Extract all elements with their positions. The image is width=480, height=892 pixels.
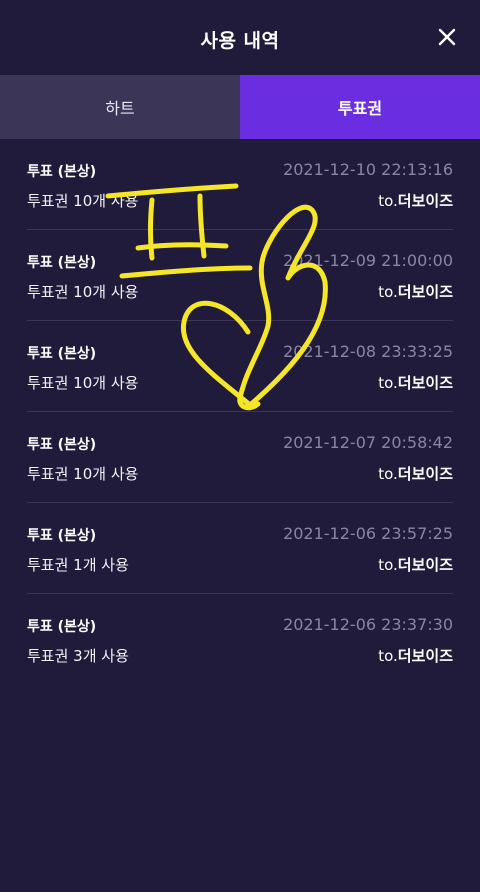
item-recipient: to.더보이즈 [378, 554, 453, 575]
item-type: 투표 (본상) [27, 619, 97, 635]
item-description: 투표권 10개 사용 [27, 374, 139, 392]
tab-heart[interactable]: 하트 [0, 75, 240, 139]
recipient-name: 더보이즈 [397, 374, 453, 392]
item-date: 2021-12-09 21:00:00 [283, 251, 453, 270]
item-description: 투표권 1개 사용 [27, 556, 129, 574]
recipient-prefix: to. [378, 192, 398, 210]
item-description: 투표권 3개 사용 [27, 647, 129, 665]
item-type: 투표 (본상) [27, 528, 97, 544]
item-date: 2021-12-08 23:33:25 [283, 342, 453, 361]
recipient-name: 더보이즈 [397, 192, 453, 210]
close-button[interactable] [434, 24, 460, 50]
item-recipient: to.더보이즈 [378, 463, 453, 484]
item-description: 투표권 10개 사용 [27, 283, 139, 301]
item-type: 투표 (본상) [27, 255, 97, 271]
item-date: 2021-12-06 23:57:25 [283, 524, 453, 543]
page-title: 사용 내역 [200, 30, 280, 52]
list-item: 투표 (본상) 2021-12-06 23:57:25 투표권 1개 사용 to… [27, 503, 453, 594]
recipient-prefix: to. [378, 283, 398, 301]
recipient-prefix: to. [378, 465, 398, 483]
list-item: 투표 (본상) 2021-12-07 20:58:42 투표권 10개 사용 t… [27, 412, 453, 503]
item-date: 2021-12-07 20:58:42 [283, 433, 453, 452]
item-description: 투표권 10개 사용 [27, 192, 139, 210]
tab-vote-ticket[interactable]: 투표권 [240, 75, 480, 139]
recipient-name: 더보이즈 [397, 556, 453, 574]
recipient-prefix: to. [378, 556, 398, 574]
list-item: 투표 (본상) 2021-12-10 22:13:16 투표권 10개 사용 t… [27, 139, 453, 230]
recipient-name: 더보이즈 [397, 283, 453, 301]
app-header: 사용 내역 [0, 0, 480, 75]
item-recipient: to.더보이즈 [378, 372, 453, 393]
close-icon[interactable] [434, 24, 460, 50]
item-recipient: to.더보이즈 [378, 190, 453, 211]
recipient-prefix: to. [378, 374, 398, 392]
recipient-name: 더보이즈 [397, 647, 453, 665]
item-type: 투표 (본상) [27, 437, 97, 453]
item-type: 투표 (본상) [27, 164, 97, 180]
item-description: 투표권 10개 사용 [27, 465, 139, 483]
recipient-name: 더보이즈 [397, 465, 453, 483]
recipient-prefix: to. [378, 647, 398, 665]
history-list: 투표 (본상) 2021-12-10 22:13:16 투표권 10개 사용 t… [27, 139, 453, 685]
item-recipient: to.더보이즈 [378, 645, 453, 666]
list-item: 투표 (본상) 2021-12-08 23:33:25 투표권 10개 사용 t… [27, 321, 453, 412]
item-recipient: to.더보이즈 [378, 281, 453, 302]
list-item: 투표 (본상) 2021-12-09 21:00:00 투표권 10개 사용 t… [27, 230, 453, 321]
list-item: 투표 (본상) 2021-12-06 23:37:30 투표권 3개 사용 to… [27, 594, 453, 685]
item-date: 2021-12-06 23:37:30 [283, 615, 453, 634]
item-type: 투표 (본상) [27, 346, 97, 362]
item-date: 2021-12-10 22:13:16 [283, 160, 453, 179]
tab-bar: 하트 투표권 [0, 75, 480, 139]
